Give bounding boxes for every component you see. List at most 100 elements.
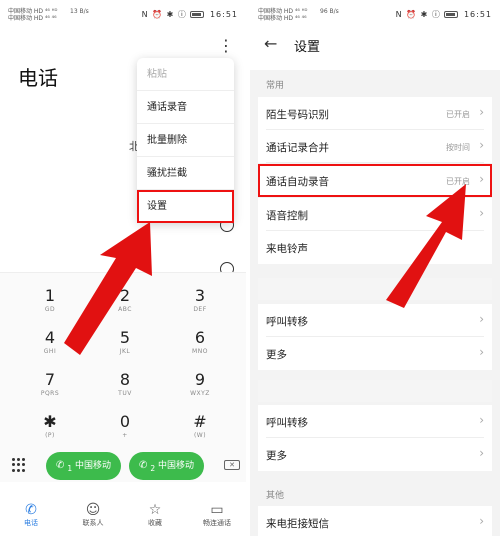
- key-digit: 3: [194, 286, 206, 305]
- setting-title: 通话记录合并: [266, 142, 329, 154]
- setting-call-forwarding-sim1[interactable]: 呼叫转移 ›: [258, 304, 492, 337]
- key-letters: (P): [45, 432, 55, 439]
- menu-item-paste[interactable]: 粘贴: [137, 58, 234, 91]
- setting-title: 更多: [266, 349, 287, 361]
- sim-number: 1: [67, 463, 73, 473]
- key-7[interactable]: 7 PQRS: [20, 370, 80, 398]
- chevron-right-icon: ›: [479, 105, 484, 119]
- key-letters: WXYZ: [190, 390, 210, 397]
- setting-call-log-merge[interactable]: 通话记录合并 按时间 ›: [258, 130, 492, 163]
- key-9[interactable]: 9 WXYZ: [170, 370, 230, 398]
- chevron-right-icon: ›: [479, 312, 484, 326]
- key-letters: JKL: [119, 348, 131, 355]
- carrier-info: 中国移动 HD ⁴⁶ ᴴᴰ 中国移动 HD ⁴⁶ ⁴⁶: [8, 8, 57, 22]
- key-6[interactable]: 6 MNO: [170, 328, 230, 356]
- sim-section-header: [258, 278, 492, 300]
- tab-meetime[interactable]: ▭ 畅连通话: [187, 502, 246, 528]
- key-4[interactable]: 4 GHI: [20, 329, 80, 356]
- setting-call-forwarding-sim2[interactable]: 呼叫转移 ›: [258, 405, 492, 438]
- phone-dialer-screen: 中国移动 HD ⁴⁶ ᴴᴰ 中国移动 HD ⁴⁶ ⁴⁶ 13 B/s N ⏰ ✱…: [0, 0, 246, 536]
- key-2[interactable]: 2 ABC: [95, 286, 155, 314]
- setting-title: 来电铃声: [266, 243, 308, 255]
- key-digit: 8: [119, 370, 131, 389]
- key-0[interactable]: 0 +: [95, 412, 155, 440]
- chevron-right-icon: ›: [479, 172, 484, 186]
- setting-reject-sms[interactable]: 来电拒接短信 ›: [258, 506, 492, 536]
- star-icon: ☆: [148, 502, 162, 518]
- setting-title: 更多: [266, 450, 287, 462]
- section-label-other: 其他: [266, 491, 285, 501]
- key-3[interactable]: 3 DEF: [170, 286, 230, 314]
- key-letters: DEF: [193, 306, 207, 313]
- key-digit: 9: [194, 370, 206, 389]
- key-1[interactable]: 1 GD: [20, 287, 80, 314]
- menu-item-settings[interactable]: 设置: [137, 190, 234, 223]
- menu-item-harassment-block[interactable]: 骚扰拦截: [137, 157, 234, 190]
- phone-icon: ✆: [138, 460, 148, 471]
- menu-item-batch-delete[interactable]: 批量删除: [137, 124, 234, 157]
- key-digit: #: [193, 412, 207, 431]
- key-digit: 0: [119, 412, 131, 431]
- call-actions: ✆ 1 中国移动 ✆ 2 中国移动 ✕: [0, 452, 246, 482]
- key-5[interactable]: 5 JKL: [95, 328, 155, 356]
- setting-voice-control[interactable]: 语音控制 ›: [258, 198, 492, 231]
- battery-icon: [190, 11, 205, 18]
- video-call-icon: ▭: [210, 502, 224, 518]
- setting-auto-record[interactable]: 通话自动录音 已开启 ›: [258, 164, 492, 197]
- carrier-line-2: 中国移动 HD ⁴⁶ ⁴⁶: [258, 15, 307, 22]
- status-icons: N ⏰ ✱ ⓘ 16:51: [396, 9, 492, 20]
- setting-more-sim1[interactable]: 更多 ›: [258, 337, 492, 370]
- phone-icon: ✆: [55, 460, 65, 471]
- clock: 16:51: [463, 10, 492, 19]
- tab-label: 畅连通话: [203, 519, 231, 527]
- tab-contacts[interactable]: ☺ 联系人: [63, 502, 123, 528]
- key-letters: MNO: [192, 348, 208, 355]
- call-sim2-button[interactable]: ✆ 2 中国移动: [129, 452, 204, 480]
- chevron-right-icon: ›: [479, 446, 484, 460]
- more-options-icon[interactable]: ⋮: [218, 36, 234, 55]
- key-star[interactable]: ✱ (P): [20, 413, 80, 440]
- chevron-right-icon: ›: [479, 413, 484, 427]
- status-bar: 中国移动 HD ⁴⁶ ᴴᴰ 中国移动 HD ⁴⁶ ⁴⁶ 96 B/s N ⏰ ✱…: [250, 0, 500, 28]
- phone-icon: ✆: [25, 502, 37, 518]
- setting-title: 呼叫转移: [266, 417, 308, 429]
- status-bar: 中国移动 HD ⁴⁶ ᴴᴰ 中国移动 HD ⁴⁶ ⁴⁶ 13 B/s N ⏰ ✱…: [0, 0, 246, 28]
- setting-value: 已开启: [446, 177, 470, 186]
- backspace-icon[interactable]: ✕: [224, 460, 240, 470]
- sim-number: 2: [150, 463, 156, 473]
- tab-label: 电话: [24, 519, 38, 527]
- key-digit: 5: [119, 328, 131, 347]
- carrier-label: 中国移动: [75, 461, 112, 471]
- clock: 16:51: [209, 10, 238, 19]
- setting-title: 通话自动录音: [266, 176, 329, 188]
- dialpad: 1 GD 2 ABC 3 DEF 4 GHI 5 JKL 6 MNO 7 PQRS 8 TUV …: [0, 272, 246, 452]
- section-label-common: 常用: [266, 81, 285, 91]
- key-8[interactable]: 8 TUV: [95, 370, 155, 398]
- tab-phone[interactable]: ✆ 电话: [1, 502, 61, 528]
- key-letters: PQRS: [40, 390, 60, 397]
- carrier-line-1: 中国移动 HD ⁴⁶ ᴴᴰ: [8, 8, 58, 15]
- key-digit: 2: [119, 286, 131, 305]
- status-symbols: N ⏰ ✱ ⓘ: [395, 10, 441, 19]
- chevron-right-icon: ›: [479, 345, 484, 359]
- contacts-icon: ☺: [85, 502, 101, 518]
- key-letters: TUV: [118, 390, 132, 397]
- setting-more-sim2[interactable]: 更多 ›: [258, 438, 492, 471]
- bottom-tab-bar: ✆ 电话 ☺ 联系人 ☆ 收藏 ▭ 畅连通话: [0, 496, 246, 536]
- setting-ringtone[interactable]: 来电铃声: [258, 231, 492, 264]
- key-digit: 6: [194, 328, 206, 347]
- back-arrow-icon[interactable]: ←: [264, 34, 277, 53]
- chevron-right-icon: ›: [479, 206, 484, 220]
- settings-header: ← 设置: [250, 28, 500, 64]
- call-sim1-button[interactable]: ✆ 1 中国移动: [46, 452, 121, 480]
- menu-item-call-recording[interactable]: 通话录音: [137, 91, 234, 124]
- dialpad-toggle-icon[interactable]: [12, 458, 26, 472]
- key-letters: GD: [44, 306, 56, 313]
- status-symbols: N ⏰ ✱ ⓘ: [141, 10, 187, 19]
- key-hash[interactable]: # (W): [170, 412, 230, 440]
- overflow-menu: 粘贴 通话录音 批量删除 骚扰拦截 设置: [137, 58, 234, 223]
- setting-unknown-number-id[interactable]: 陌生号码识别 已开启 ›: [258, 97, 492, 130]
- key-digit: 7: [44, 370, 56, 389]
- setting-title: 呼叫转移: [266, 316, 308, 328]
- tab-favorites[interactable]: ☆ 收藏: [125, 502, 185, 528]
